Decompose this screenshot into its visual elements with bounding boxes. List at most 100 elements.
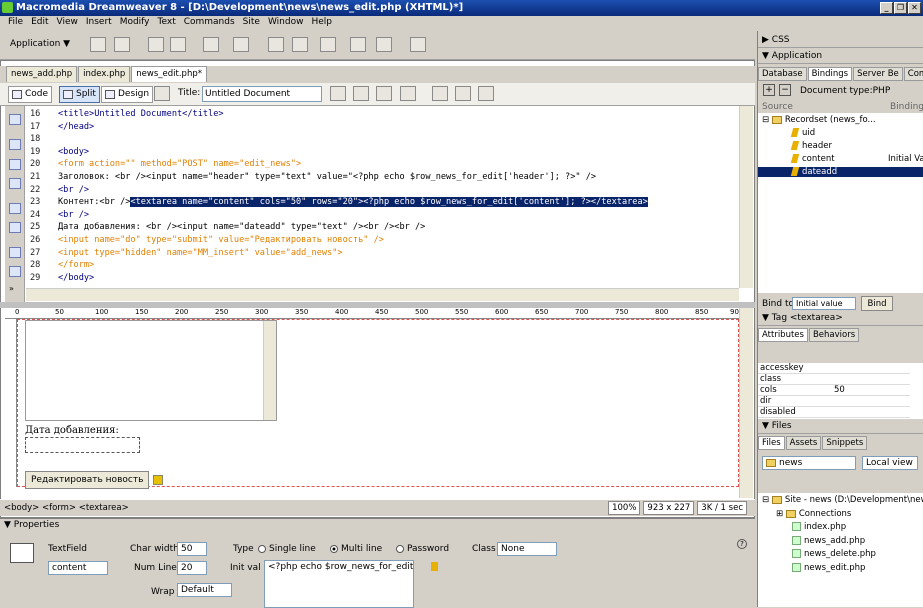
code-view-button[interactable]: Code: [8, 86, 53, 103]
hidden-field-icon[interactable]: [153, 475, 163, 485]
menu-help[interactable]: Help: [307, 16, 336, 31]
password-radio[interactable]: Password: [396, 544, 449, 554]
multi-line-radio[interactable]: Multi line: [330, 544, 382, 554]
collapse-selection-icon[interactable]: [9, 159, 21, 170]
highlight-invalid-code-icon[interactable]: [9, 266, 21, 277]
globe-icon[interactable]: [400, 86, 416, 101]
more-tools-icon[interactable]: »: [9, 284, 21, 295]
attribute-row[interactable]: class: [758, 374, 910, 385]
restore-button[interactable]: ❐: [894, 2, 907, 14]
code-horizontal-scrollbar[interactable]: [26, 288, 739, 301]
recordset-paging-icon[interactable]: [203, 37, 219, 52]
single-line-radio[interactable]: Single line: [258, 544, 316, 554]
edit-news-submit-button[interactable]: Редактировать новость: [25, 471, 150, 489]
zoom-select[interactable]: 100%: [608, 501, 641, 515]
code-editor[interactable]: 16 <title>Untitled Document</title> 17 </h…: [26, 106, 739, 288]
tab-databases[interactable]: Database: [758, 67, 807, 81]
textfield-name-input[interactable]: content: [48, 561, 108, 575]
minimize-button[interactable]: _: [880, 2, 893, 14]
show-region-icon[interactable]: [170, 37, 186, 52]
menu-commands[interactable]: Commands: [180, 16, 239, 31]
menu-edit[interactable]: Edit: [27, 16, 52, 31]
field-dateadd[interactable]: dateadd: [758, 167, 923, 177]
application-panel-header[interactable]: ▼ Application: [758, 50, 923, 64]
menu-text[interactable]: Text: [154, 16, 180, 31]
file-news-add[interactable]: news_add.php: [792, 536, 865, 546]
char-width-input[interactable]: 50: [177, 542, 207, 556]
close-button[interactable]: ✕: [908, 2, 921, 14]
bind-button[interactable]: Bind: [861, 296, 893, 311]
design-view-button[interactable]: Design: [101, 86, 154, 103]
site-root-node[interactable]: ⊟ Site - news (D:\Development\news: [762, 495, 923, 505]
attribute-row[interactable]: cols 50: [758, 385, 910, 396]
dynamic-data-icon[interactable]: [114, 37, 130, 52]
file-management-icon[interactable]: [353, 86, 369, 101]
tab-news-edit[interactable]: news_edit.php*: [131, 66, 207, 82]
design-view[interactable]: Дата добавления: Редактировать новость: [17, 319, 739, 489]
attribute-row[interactable]: dir: [758, 396, 910, 407]
balance-braces-icon[interactable]: [9, 222, 21, 233]
menu-insert[interactable]: Insert: [82, 16, 116, 31]
update-record-icon[interactable]: [320, 37, 336, 52]
tab-assets[interactable]: Assets: [785, 436, 822, 450]
preview-icon[interactable]: [376, 86, 392, 101]
menu-view[interactable]: View: [53, 16, 82, 31]
help-icon[interactable]: ?: [737, 539, 747, 549]
open-documents-icon[interactable]: [9, 114, 21, 125]
css-panel-header[interactable]: ▶ CSS: [758, 34, 923, 48]
remove-binding-button[interactable]: −: [779, 84, 791, 96]
add-binding-button[interactable]: +: [763, 84, 775, 96]
insert-category-dropdown[interactable]: Application ▼: [10, 39, 70, 49]
master-detail-icon[interactable]: [268, 37, 284, 52]
insert-record-icon[interactable]: [292, 37, 308, 52]
tab-attributes[interactable]: Attributes: [758, 328, 808, 342]
refresh-icon[interactable]: [432, 86, 448, 101]
field-uid[interactable]: uid: [790, 128, 815, 138]
file-index[interactable]: index.php: [792, 522, 846, 532]
document-title-input[interactable]: Untitled Document: [202, 86, 322, 102]
folder-connections[interactable]: ⊞ Connections: [776, 509, 851, 519]
field-header[interactable]: header: [790, 141, 832, 151]
window-size[interactable]: 923 x 227: [643, 501, 695, 515]
tab-bindings[interactable]: Bindings: [807, 67, 853, 81]
tab-index[interactable]: index.php: [78, 66, 131, 82]
collapse-tag-icon[interactable]: [9, 139, 21, 150]
visual-aids-icon[interactable]: [478, 86, 494, 101]
attribute-row[interactable]: disabled: [758, 407, 910, 418]
field-content[interactable]: content: [790, 154, 835, 164]
display-record-count-icon[interactable]: [233, 37, 249, 52]
tag-selector[interactable]: <body> <form> <textarea>: [4, 503, 129, 513]
tag-inspector-header[interactable]: ▼ Tag <textarea>: [758, 312, 923, 326]
file-news-delete[interactable]: news_delete.php: [792, 549, 876, 559]
view-select[interactable]: Local view: [862, 456, 918, 470]
view-options-icon[interactable]: [455, 86, 471, 101]
files-panel-header[interactable]: ▼ Files: [758, 420, 923, 434]
delete-record-icon[interactable]: [350, 37, 366, 52]
class-select[interactable]: None: [497, 542, 557, 556]
select-parent-tag-icon[interactable]: [9, 203, 21, 214]
menu-site[interactable]: Site: [239, 16, 264, 31]
split-view-button[interactable]: Split: [59, 86, 100, 103]
tab-files[interactable]: Files: [758, 436, 785, 450]
tab-snippets[interactable]: Snippets: [822, 436, 868, 450]
content-textarea-preview[interactable]: [25, 320, 277, 421]
menu-file[interactable]: File: [4, 16, 27, 31]
live-data-icon[interactable]: [154, 86, 170, 101]
site-select[interactable]: news: [762, 456, 856, 470]
wrap-select[interactable]: Default: [177, 583, 232, 597]
line-numbers-icon[interactable]: [9, 247, 21, 258]
recordset-icon[interactable]: [90, 37, 106, 52]
validate-icon[interactable]: [330, 86, 346, 101]
num-lines-input[interactable]: 20: [177, 561, 207, 575]
user-authentication-icon[interactable]: [376, 37, 392, 52]
dynamic-bolt-icon[interactable]: [431, 562, 438, 571]
repeated-region-icon[interactable]: [148, 37, 164, 52]
tab-server-behaviors[interactable]: Server Be: [853, 67, 903, 81]
code-vertical-scrollbar[interactable]: [739, 106, 753, 288]
expand-all-icon[interactable]: [9, 178, 21, 189]
xslt-transformation-icon[interactable]: [410, 37, 426, 52]
recordset-node[interactable]: ⊟ Recordset (news_fo...: [762, 115, 876, 125]
attribute-row[interactable]: accesskey: [758, 363, 910, 374]
file-news-edit[interactable]: news_edit.php: [792, 563, 865, 573]
menu-modify[interactable]: Modify: [116, 16, 154, 31]
